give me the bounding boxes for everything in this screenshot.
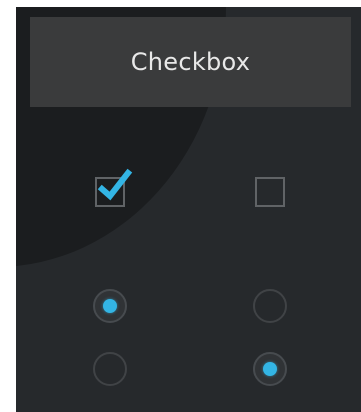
checkbox-2[interactable] (255, 177, 285, 207)
radio-selected-dot (103, 299, 117, 313)
radio-selected-dot (263, 362, 277, 376)
title-bar: Checkbox (30, 17, 351, 107)
app-screen: Checkbox (16, 7, 361, 412)
checkmark-icon (97, 168, 133, 201)
radio-button-4[interactable] (253, 352, 287, 386)
page-title: Checkbox (130, 48, 251, 76)
checkbox-1[interactable] (95, 168, 133, 207)
radio-button-2[interactable] (253, 289, 287, 323)
radio-button-3[interactable] (93, 352, 127, 386)
radio-button-1[interactable] (93, 289, 127, 323)
